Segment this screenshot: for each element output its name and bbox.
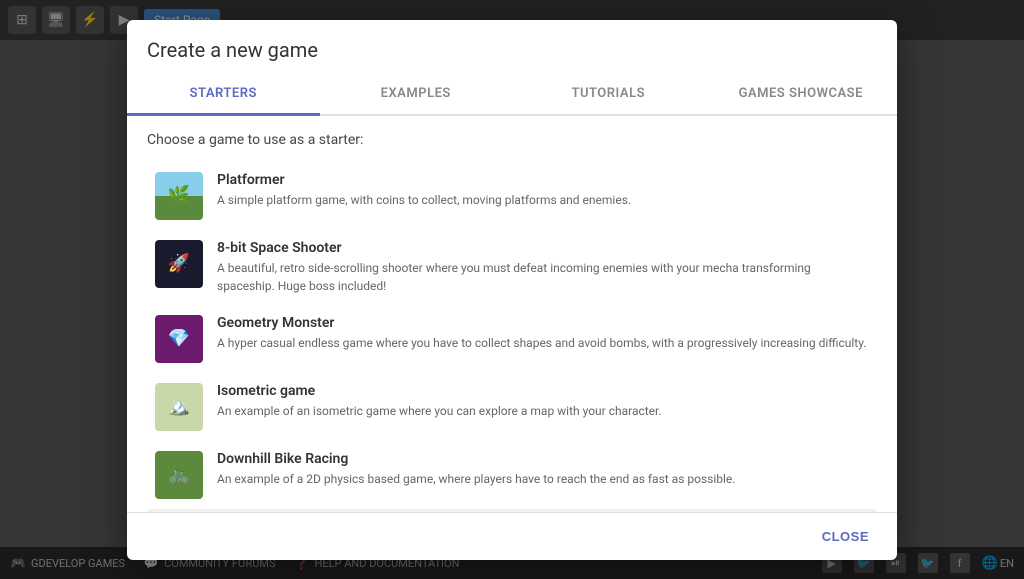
game-info-platformer: Platformer A simple platform game, with … (217, 172, 869, 209)
game-item-space-shooter[interactable]: 8-bit Space Shooter A beautiful, retro s… (147, 230, 877, 305)
choose-label: Choose a game to use as a starter: (147, 132, 877, 148)
game-item-geometry-monster[interactable]: Geometry Monster A hyper casual endless … (147, 305, 877, 373)
modal-title: Create a new game (147, 38, 877, 62)
game-item-platformer[interactable]: Platformer A simple platform game, with … (147, 162, 877, 230)
modal-footer: CLOSE (127, 512, 897, 560)
modal-content: Choose a game to use as a starter: Platf… (127, 116, 897, 512)
modal-overlay: Create a new game STARTERS EXAMPLES TUTO… (0, 0, 1024, 579)
game-desc-space: A beautiful, retro side-scrolling shoote… (217, 259, 869, 295)
game-name-isometric: Isometric game (217, 383, 869, 399)
game-name-space: 8-bit Space Shooter (217, 240, 869, 256)
game-desc-platformer: A simple platform game, with coins to co… (217, 191, 869, 209)
create-game-modal: Create a new game STARTERS EXAMPLES TUTO… (127, 20, 897, 560)
game-desc-isometric: An example of an isometric game where yo… (217, 402, 869, 420)
close-button[interactable]: CLOSE (810, 523, 881, 550)
game-info-isometric: Isometric game An example of an isometri… (217, 383, 869, 420)
tab-tutorials[interactable]: TUTORIALS (512, 74, 705, 114)
game-thumb-downhill (155, 451, 203, 499)
game-name-platformer: Platformer (217, 172, 869, 188)
game-info-downhill: Downhill Bike Racing An example of a 2D … (217, 451, 869, 488)
modal-header: Create a new game (127, 20, 897, 74)
game-thumb-geometry (155, 315, 203, 363)
tab-examples[interactable]: EXAMPLES (320, 74, 513, 114)
game-thumb-space (155, 240, 203, 288)
game-info-space: 8-bit Space Shooter A beautiful, retro s… (217, 240, 869, 295)
game-thumb-platformer (155, 172, 203, 220)
game-desc-geometry: A hyper casual endless game where you ha… (217, 334, 869, 352)
game-info-geometry: Geometry Monster A hyper casual endless … (217, 315, 869, 352)
tab-starters[interactable]: STARTERS (127, 74, 320, 116)
game-item-downhill[interactable]: Downhill Bike Racing An example of a 2D … (147, 441, 877, 509)
tab-games-showcase[interactable]: GAMES SHOWCASE (705, 74, 898, 114)
game-thumb-isometric (155, 383, 203, 431)
game-list: Platformer A simple platform game, with … (147, 162, 877, 512)
game-name-geometry: Geometry Monster (217, 315, 869, 331)
game-desc-downhill: An example of a 2D physics based game, w… (217, 470, 869, 488)
game-item-isometric[interactable]: Isometric game An example of an isometri… (147, 373, 877, 441)
game-name-downhill: Downhill Bike Racing (217, 451, 869, 467)
tabs-bar: STARTERS EXAMPLES TUTORIALS GAMES SHOWCA… (127, 74, 897, 116)
